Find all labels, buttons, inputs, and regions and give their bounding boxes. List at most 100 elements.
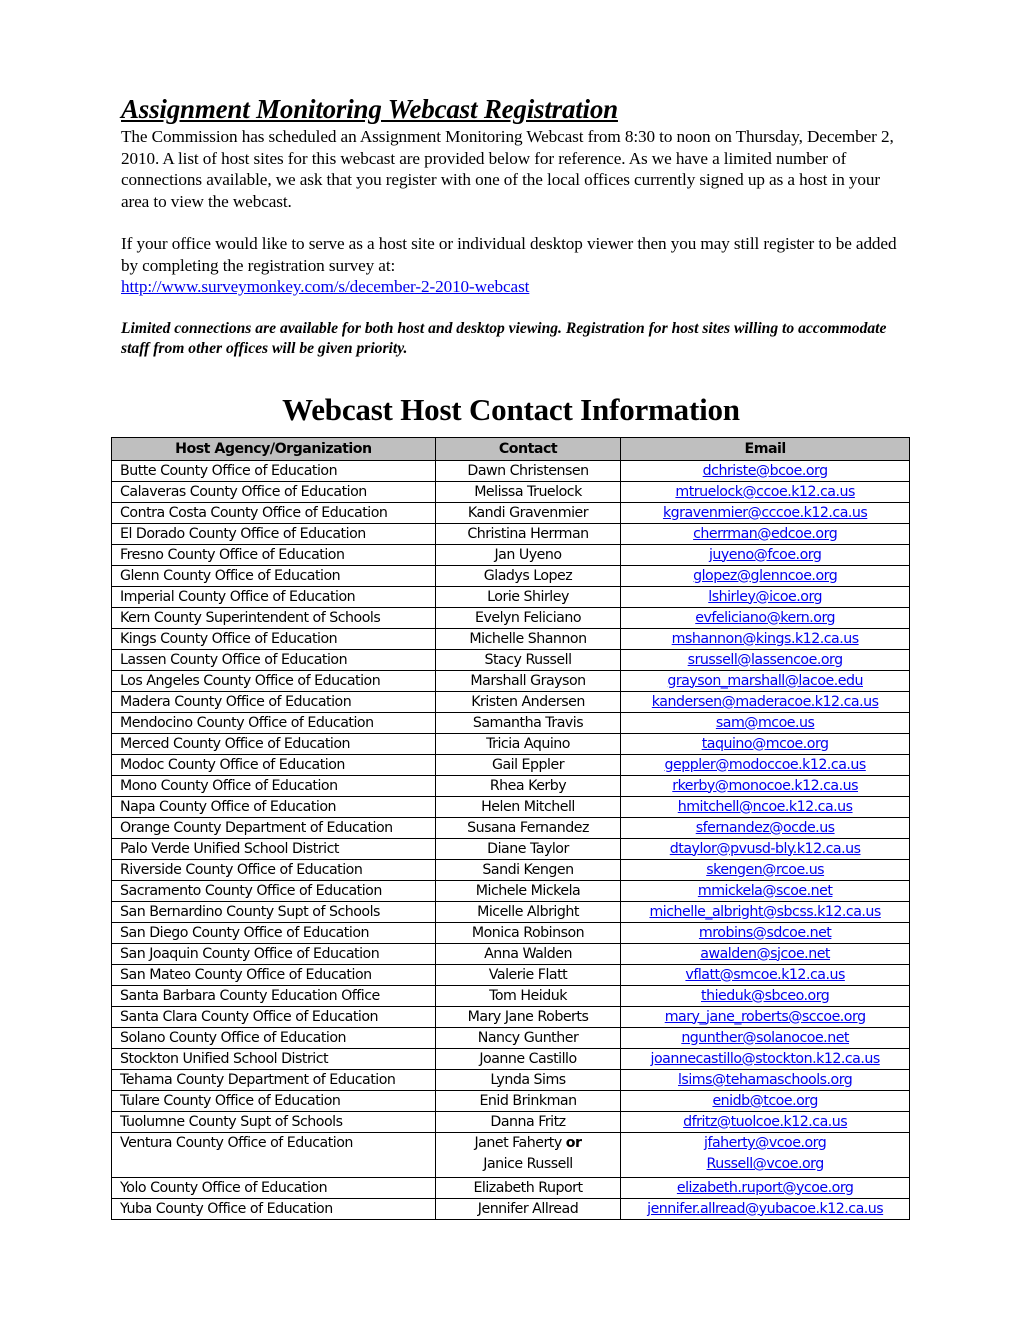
email-link[interactable]: skengen@rcoe.us: [706, 862, 824, 878]
table-row: Calaveras County Office of Education Meli…: [111, 481, 910, 503]
contact-cell: Lorie Shirley: [434, 586, 622, 608]
email-link[interactable]: juyeno@fcoe.org: [709, 547, 822, 563]
email-link[interactable]: sam@mcoe.us: [716, 715, 815, 731]
email-link[interactable]: sfernandez@ocde.us: [696, 820, 835, 836]
agency-cell: Mendocino County Office of Education: [111, 712, 436, 734]
email-cell: sfernandez@ocde.us: [620, 817, 910, 839]
contact-cell: Gail Eppler: [434, 754, 622, 776]
contact-cell: Sandi Kengen: [434, 859, 622, 881]
email-link[interactable]: cherrman@edcoe.org: [693, 526, 838, 542]
contact-cell: Samantha Travis: [434, 712, 622, 734]
email-link[interactable]: kgravenmier@cccoe.k12.ca.us: [663, 505, 868, 521]
email-link[interactable]: dchriste@bcoe.org: [703, 463, 828, 479]
email-link[interactable]: jfaherty@vcoe.org: [704, 1135, 827, 1151]
email-cell: skengen@rcoe.us: [620, 859, 910, 881]
email-cell: hmitchell@ncoe.k12.ca.us: [620, 796, 910, 818]
email-link[interactable]: lshirley@icoe.org: [708, 589, 822, 605]
email-cell: enidb@tcoe.org: [620, 1090, 910, 1112]
email-link[interactable]: kandersen@maderacoe.k12.ca.us: [652, 694, 879, 710]
email-cell: dtaylor@pvusd-bly.k12.ca.us: [620, 838, 910, 860]
agency-cell: Kern County Superintendent of Schools: [111, 607, 436, 629]
priority-note: Limited connections are available for bo…: [121, 319, 887, 358]
table-row: El Dorado County Office of Education Chri…: [111, 523, 910, 545]
email-cell: ngunther@solanocoe.net: [620, 1027, 910, 1049]
survey-link[interactable]: http://www.surveymonkey.com/s/december-2…: [121, 277, 529, 296]
email-link[interactable]: jennifer.allread@yubacoe.k12.ca.us: [647, 1201, 884, 1217]
email-link[interactable]: mary_jane_roberts@sccoe.org: [665, 1009, 866, 1025]
intro-paragraph: The Commission has scheduled an Assignme…: [121, 127, 894, 211]
contact-cell: Marshall Grayson: [434, 670, 622, 692]
email-link[interactable]: michelle_albright@sbcss.k12.ca.us: [649, 904, 881, 920]
contact-cell: Micelle Albright: [434, 901, 622, 923]
email-cell: kandersen@maderacoe.k12.ca.us: [620, 691, 910, 713]
email-link[interactable]: ngunther@solanocoe.net: [681, 1030, 849, 1046]
table-row: Merced County Office of Education Tricia …: [111, 733, 910, 755]
email-link[interactable]: joannecastillo@stockton.k12.ca.us: [651, 1051, 881, 1067]
email-link[interactable]: mrobins@sdcoe.net: [699, 925, 832, 941]
table-row: Mendocino County Office of Education Sama…: [111, 712, 910, 734]
table-row: Orange County Department of Education Sus…: [111, 817, 910, 839]
contact-cell: Enid Brinkman: [434, 1090, 622, 1112]
table-row: Tulare County Office of Education Enid Br…: [111, 1090, 910, 1112]
email-link[interactable]: thieduk@sbceo.org: [701, 988, 830, 1004]
agency-cell: Orange County Department of Education: [111, 817, 436, 839]
contact-cell: Gladys Lopez: [434, 565, 622, 587]
email-link[interactable]: geppler@modoccoe.k12.ca.us: [664, 757, 866, 773]
email-cell: thieduk@sbceo.org: [620, 985, 910, 1007]
agency-cell: Napa County Office of Education: [111, 796, 436, 818]
table-row: Kern County Superintendent of Schools Eve…: [111, 607, 910, 629]
email-link[interactable]: enidb@tcoe.org: [712, 1093, 818, 1109]
table-row: Imperial County Office of Education Lorie…: [111, 586, 910, 608]
table-row: Modoc County Office of Education Gail Epp…: [111, 754, 910, 776]
agency-cell: Yolo County Office of Education: [111, 1177, 436, 1199]
contact-cell: Melissa Truelock: [434, 481, 622, 503]
email-cell: awalden@sjcoe.net: [620, 943, 910, 965]
contact-cell: Kandi Gravenmier: [434, 502, 622, 524]
table-row: Lassen County Office of Education Stacy R…: [111, 649, 910, 671]
email-link[interactable]: taquino@mcoe.org: [702, 736, 829, 752]
table-row: Yuba County Office of Education Jennifer …: [111, 1198, 910, 1220]
agency-cell: San Diego County Office of Education: [111, 922, 436, 944]
document-page: Assignment Monitoring Webcast Registrati…: [121, 92, 901, 427]
agency-cell: Stockton Unified School District: [111, 1048, 436, 1070]
email-cell: srussell@lassencoe.org: [620, 649, 910, 671]
email-cell: kgravenmier@cccoe.k12.ca.us: [620, 502, 910, 524]
table-row: Contra Costa County Office of Education K…: [111, 502, 910, 524]
email-link[interactable]: Russell@vcoe.org: [707, 1156, 825, 1172]
email-link[interactable]: mmickela@scoe.net: [698, 883, 833, 899]
email-link[interactable]: srussell@lassencoe.org: [688, 652, 843, 668]
email-link[interactable]: hmitchell@ncoe.k12.ca.us: [678, 799, 853, 815]
email-link[interactable]: awalden@sjcoe.net: [700, 946, 830, 962]
email-link[interactable]: evfeliciano@kern.org: [695, 610, 835, 626]
agency-cell: Tuolumne County Supt of Schools: [111, 1111, 436, 1133]
contact-cell: Danna Fritz: [434, 1111, 622, 1133]
email-link[interactable]: mtruelock@ccoe.k12.ca.us: [675, 484, 855, 500]
email-link[interactable]: grayson_marshall@lacoe.edu: [667, 673, 863, 689]
email-cell: dchriste@bcoe.org: [620, 460, 910, 482]
email-cell: grayson_marshall@lacoe.edu: [620, 670, 910, 692]
table-row: Madera County Office of Education Kristen…: [111, 691, 910, 713]
table-row: Riverside County Office of Education Sand…: [111, 859, 910, 881]
agency-cell: Fresno County Office of Education: [111, 544, 436, 566]
agency-cell: Imperial County Office of Education: [111, 586, 436, 608]
table-row: Palo Verde Unified School District Diane …: [111, 838, 910, 860]
email-cell: glopez@glenncoe.org: [620, 565, 910, 587]
table-row: Mono County Office of Education Rhea Kerb…: [111, 775, 910, 797]
table-row: Kings County Office of Education Michelle…: [111, 628, 910, 650]
email-link[interactable]: vflatt@smcoe.k12.ca.us: [685, 967, 845, 983]
section-title: Webcast Host Contact Information: [282, 392, 740, 427]
email-link[interactable]: lsims@tehamaschools.org: [678, 1072, 853, 1088]
contact-cell: Susana Fernandez: [434, 817, 622, 839]
email-link[interactable]: glopez@glenncoe.org: [693, 568, 838, 584]
email-link[interactable]: dfritz@tuolcoe.k12.ca.us: [683, 1114, 848, 1130]
host-contact-table: Host Agency/Organization Contact Email B…: [111, 437, 910, 1220]
contact-cell: Christina Herrman: [434, 523, 622, 545]
email-link[interactable]: dtaylor@pvusd-bly.k12.ca.us: [670, 841, 861, 857]
email-link[interactable]: elizabeth.ruport@ycoe.org: [677, 1180, 854, 1196]
contact-cell: Joanne Castillo: [434, 1048, 622, 1070]
email-cell: mary_jane_roberts@sccoe.org: [620, 1006, 910, 1028]
email-link[interactable]: mshannon@kings.k12.ca.us: [672, 631, 859, 647]
email-link[interactable]: rkerby@monocoe.k12.ca.us: [672, 778, 858, 794]
